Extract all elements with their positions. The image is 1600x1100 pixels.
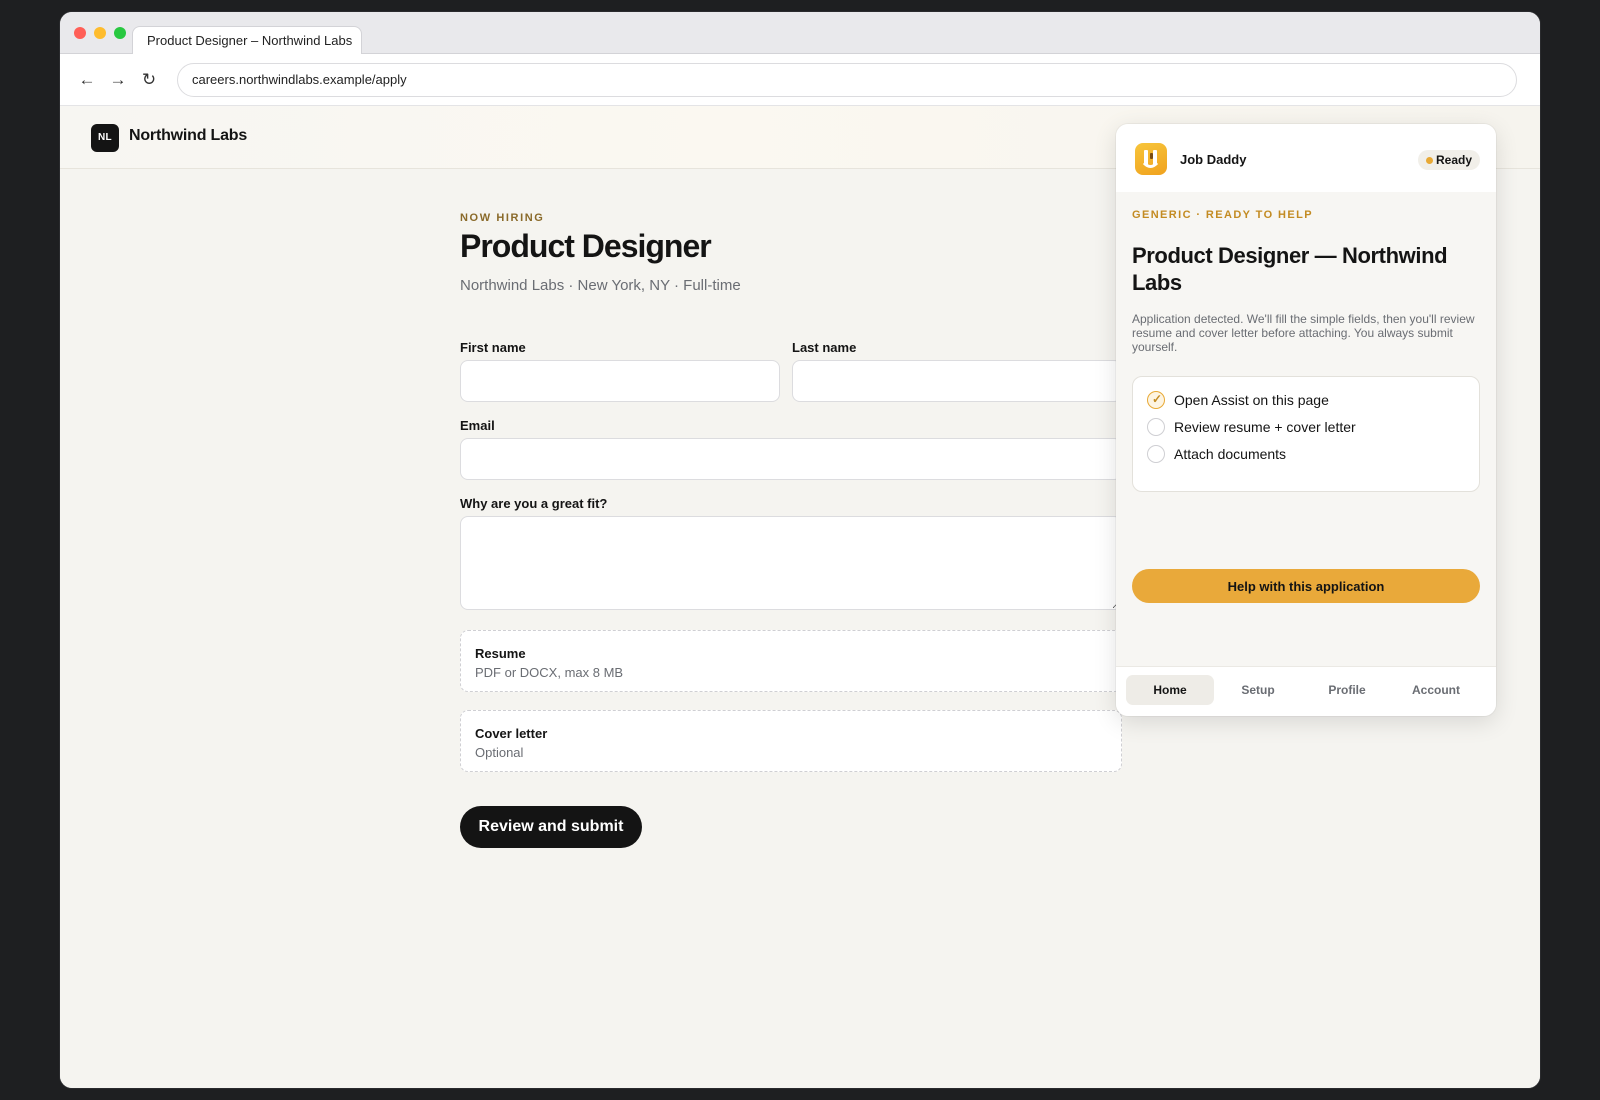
status-badge: Ready	[1418, 150, 1480, 170]
close-window-button[interactable]	[74, 27, 86, 39]
cover-letter-upload-hint: Optional	[475, 745, 524, 760]
job-daddy-logo-icon	[1135, 143, 1167, 175]
email-input[interactable]	[460, 438, 1122, 480]
resume-upload-title: Resume	[475, 646, 526, 661]
job-daddy-logo-glyph-icon	[1142, 150, 1159, 168]
browser-window: Product Designer – Northwind Labs ← → ↻ …	[60, 12, 1540, 1088]
address-bar[interactable]: careers.northwindlabs.example/apply	[177, 63, 1517, 97]
job-meta: Northwind Labs · New York, NY · Full-tim…	[460, 277, 741, 294]
assistant-header: Job Daddy Ready	[1116, 124, 1496, 192]
assist-checklist: ✓ Open Assist on this page Review resume…	[1132, 376, 1480, 492]
cover-letter-upload-title: Cover letter	[475, 726, 548, 741]
tab-home[interactable]: Home	[1126, 675, 1214, 705]
browser-toolbar: ← → ↻ careers.northwindlabs.example/appl…	[60, 54, 1540, 106]
now-hiring-eyebrow: NOW HIRING	[460, 212, 545, 224]
checklist-item-label: Open Assist on this page	[1174, 392, 1329, 408]
fit-textarea[interactable]	[460, 516, 1122, 610]
resume-upload[interactable]: Resume PDF or DOCX, max 8 MB	[460, 630, 1122, 692]
browser-tab-title: Product Designer – Northwind Labs	[147, 33, 353, 48]
help-with-application-button[interactable]: Help with this application	[1132, 569, 1480, 603]
site-logo[interactable]: NL	[91, 124, 119, 152]
first-name-label: First name	[460, 340, 526, 355]
reload-icon[interactable]: ↻	[138, 69, 160, 91]
site-name[interactable]: Northwind Labs	[129, 127, 247, 145]
address-bar-url: careers.northwindlabs.example/apply	[192, 72, 407, 87]
email-label: Email	[460, 418, 495, 433]
last-name-input[interactable]	[792, 360, 1122, 402]
browser-tab[interactable]: Product Designer – Northwind Labs	[132, 26, 362, 54]
checklist-item-label: Review resume + cover letter	[1174, 419, 1356, 435]
resume-upload-hint: PDF or DOCX, max 8 MB	[475, 665, 624, 680]
first-name-input[interactable]	[460, 360, 780, 402]
forward-arrow-icon[interactable]: →	[107, 69, 129, 91]
status-dot-icon	[1426, 157, 1433, 164]
fit-label: Why are you a great fit?	[460, 496, 608, 511]
assistant-tab-bar: Home Setup Profile Account	[1116, 666, 1496, 716]
assistant-app-name: Job Daddy	[1180, 152, 1247, 167]
checkmark-icon: ✓	[1152, 392, 1163, 406]
back-arrow-icon[interactable]: ←	[76, 69, 98, 91]
minimize-window-button[interactable]	[94, 27, 106, 39]
status-badge-label: Ready	[1436, 153, 1473, 167]
window-controls	[74, 27, 126, 39]
web-page: NL Northwind Labs NOW HIRING Product Des…	[60, 106, 1540, 1088]
zoom-window-button[interactable]	[114, 27, 126, 39]
tab-profile[interactable]: Profile	[1303, 675, 1391, 705]
checklist-item-attach-documents[interactable]: Attach documents	[1147, 444, 1286, 464]
assistant-eyebrow: GENERIC · READY TO HELP	[1132, 209, 1313, 221]
assistant-panel: Job Daddy Ready GENERIC · READY TO HELP …	[1116, 124, 1496, 716]
checked-circle-icon: ✓	[1147, 391, 1165, 409]
empty-circle-icon	[1147, 445, 1165, 463]
checklist-item-open-assist[interactable]: ✓ Open Assist on this page	[1147, 390, 1329, 410]
last-name-label: Last name	[792, 340, 857, 355]
empty-circle-icon	[1147, 418, 1165, 436]
job-title: Product Designer	[460, 228, 712, 264]
checklist-item-label: Attach documents	[1174, 446, 1287, 462]
checklist-item-review-documents[interactable]: Review resume + cover letter	[1147, 417, 1356, 437]
review-and-submit-button[interactable]: Review and submit	[460, 806, 642, 848]
cover-letter-upload[interactable]: Cover letter Optional	[460, 710, 1122, 772]
assistant-description: Application detected. We'll fill the sim…	[1132, 312, 1475, 354]
tab-account[interactable]: Account	[1392, 675, 1480, 705]
assistant-job-title: Product Designer — Northwind Labs	[1132, 243, 1448, 295]
tab-setup[interactable]: Setup	[1214, 675, 1302, 705]
title-bar: Product Designer – Northwind Labs	[60, 12, 1540, 54]
